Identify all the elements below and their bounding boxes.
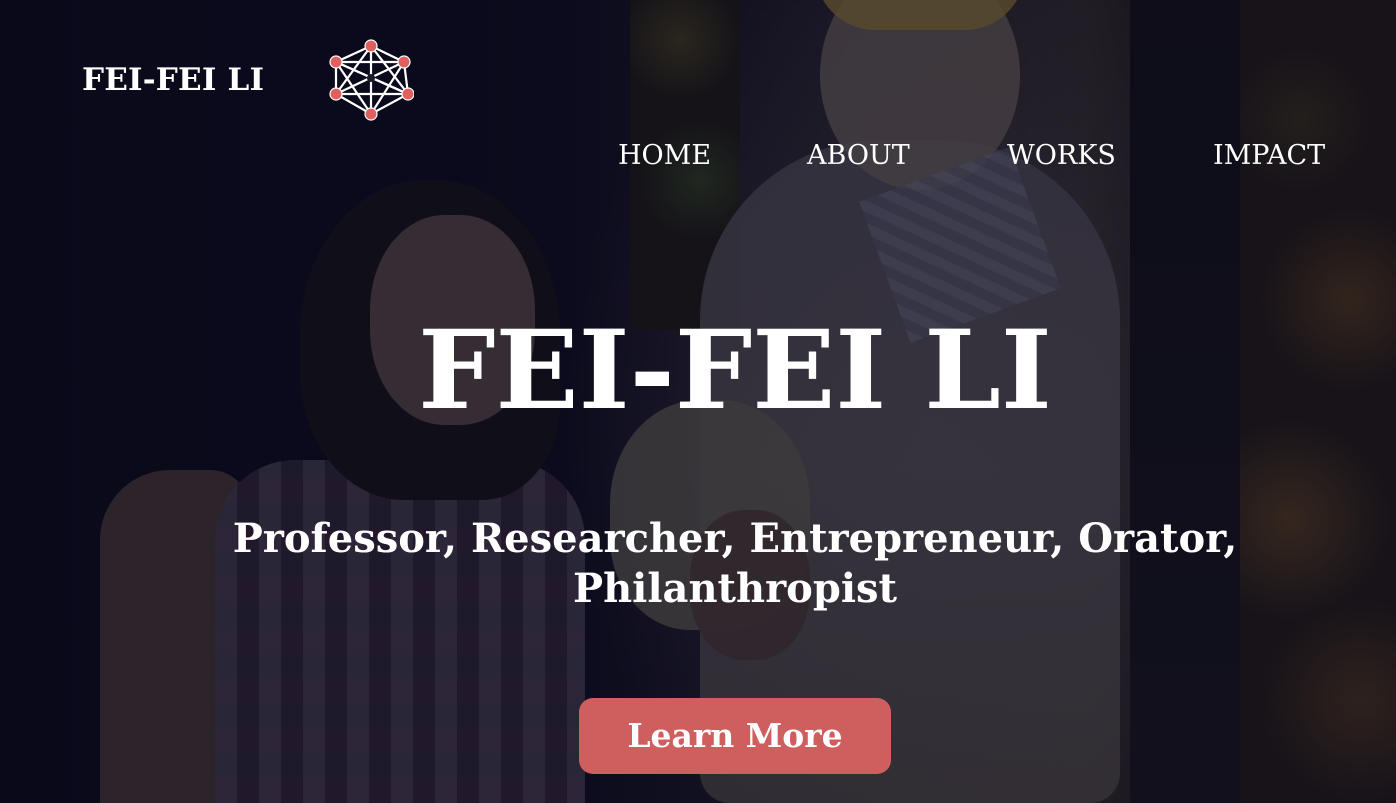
hero-title: FEI-FEI LI [418, 306, 1052, 434]
hero-subtitle: Professor, Researcher, Entrepreneur, Ora… [232, 515, 1238, 612]
neural-network-icon[interactable] [328, 38, 415, 122]
nav-item-works[interactable]: WORKS [1007, 138, 1116, 174]
nav-item-about[interactable]: ABOUT [807, 138, 910, 174]
home-page: FEI-FEI LI HOME ABOUT WORKS IMPACT FEI-F… [0, 0, 1396, 803]
brand-name[interactable]: FEI-FEI LI [82, 60, 264, 100]
learn-more-button[interactable]: Learn More [579, 698, 891, 774]
main-navigation: HOME ABOUT WORKS IMPACT [0, 138, 1396, 174]
nav-item-home[interactable]: HOME [618, 138, 711, 174]
nav-item-impact[interactable]: IMPACT [1213, 138, 1325, 174]
